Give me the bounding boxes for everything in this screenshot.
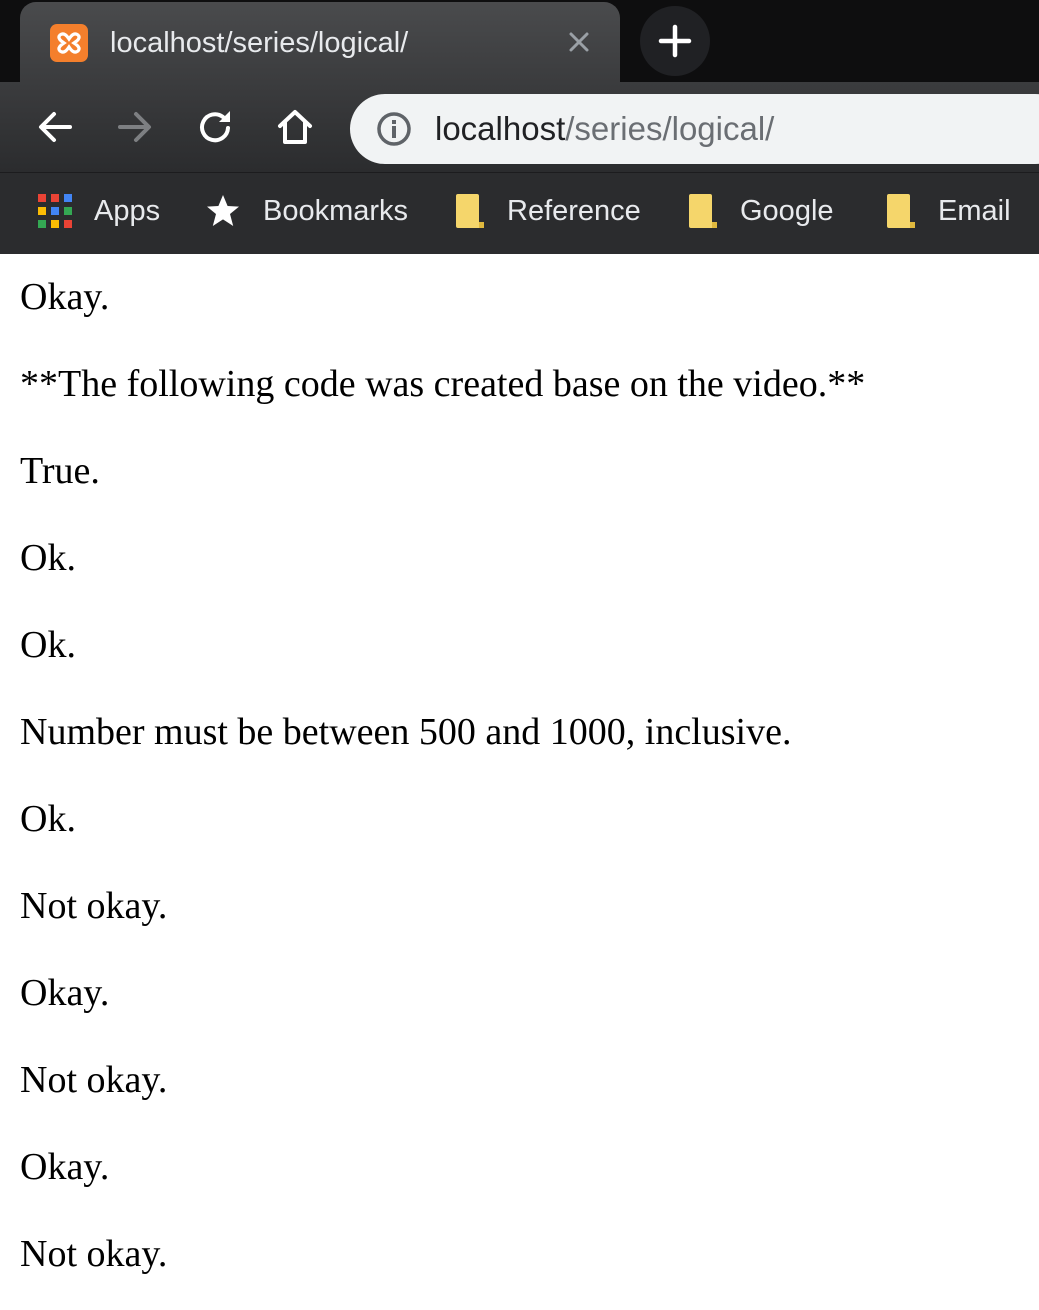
page-content: Okay. **The following code was created b… xyxy=(20,254,1020,1298)
toolbar: localhost/series/logical/ xyxy=(0,82,1039,172)
back-button[interactable] xyxy=(33,105,77,149)
active-tab[interactable]: localhost/series/logical/ xyxy=(20,2,620,82)
folder-icon xyxy=(456,194,484,228)
close-tab-icon[interactable] xyxy=(563,26,595,58)
url-path: /series/logical/ xyxy=(565,110,775,147)
home-button[interactable] xyxy=(273,105,317,149)
xampp-icon xyxy=(50,24,88,62)
browser-chrome: localhost/series/logical/ localhost/seri… xyxy=(0,0,1039,254)
bookmark-label: Bookmarks xyxy=(263,195,409,227)
bookmark-label: Apps xyxy=(94,195,161,227)
bookmark-folder-google[interactable]: Google xyxy=(688,191,834,231)
plus-icon xyxy=(658,24,692,58)
tab-strip: localhost/series/logical/ xyxy=(0,0,1039,82)
star-icon xyxy=(207,195,239,226)
folder-icon xyxy=(887,194,915,228)
output-line: Not okay. xyxy=(20,885,168,927)
folder-icon xyxy=(689,194,717,228)
output-line: Okay. xyxy=(20,276,110,318)
output-line: Not okay. xyxy=(20,1059,168,1101)
bookmark-label: Google xyxy=(740,195,834,227)
forward-button[interactable] xyxy=(113,105,157,149)
home-icon xyxy=(278,110,312,144)
url-text[interactable]: localhost/series/logical/ xyxy=(435,109,774,149)
bookmark-folder-reference[interactable]: Reference xyxy=(455,191,641,231)
output-line: Ok. xyxy=(20,624,76,666)
bookmark-label: Email xyxy=(938,195,1011,227)
apps-grid-icon xyxy=(38,194,72,228)
output-line: Okay. xyxy=(20,972,110,1014)
output-line: Number must be between 500 and 1000, inc… xyxy=(20,711,792,753)
bookmark-folder-email[interactable]: Email xyxy=(886,191,1011,231)
forward-arrow-icon xyxy=(118,112,151,142)
url-host: localhost xyxy=(435,110,566,147)
output-line: Okay. xyxy=(20,1146,110,1188)
output-line: Ok. xyxy=(20,537,76,579)
reload-icon xyxy=(200,111,230,143)
back-arrow-icon xyxy=(39,112,72,142)
output-line: **The following code was created base on… xyxy=(20,363,866,405)
info-icon[interactable] xyxy=(376,111,412,147)
output-line: Ok. xyxy=(20,798,76,840)
new-tab-button[interactable] xyxy=(640,6,710,76)
reload-button[interactable] xyxy=(193,105,237,149)
bookmarks-bar: Apps Bookmarks Reference Google Email xyxy=(0,172,1039,254)
tab-title: localhost/series/logical/ xyxy=(110,27,409,59)
bookmark-apps[interactable]: Apps xyxy=(38,191,160,231)
address-bar[interactable]: localhost/series/logical/ xyxy=(350,94,1039,164)
bookmark-bookmarks[interactable]: Bookmarks xyxy=(205,191,408,231)
bookmark-label: Reference xyxy=(507,195,641,227)
output-line: True. xyxy=(20,450,100,492)
output-line: Not okay. xyxy=(20,1233,168,1275)
